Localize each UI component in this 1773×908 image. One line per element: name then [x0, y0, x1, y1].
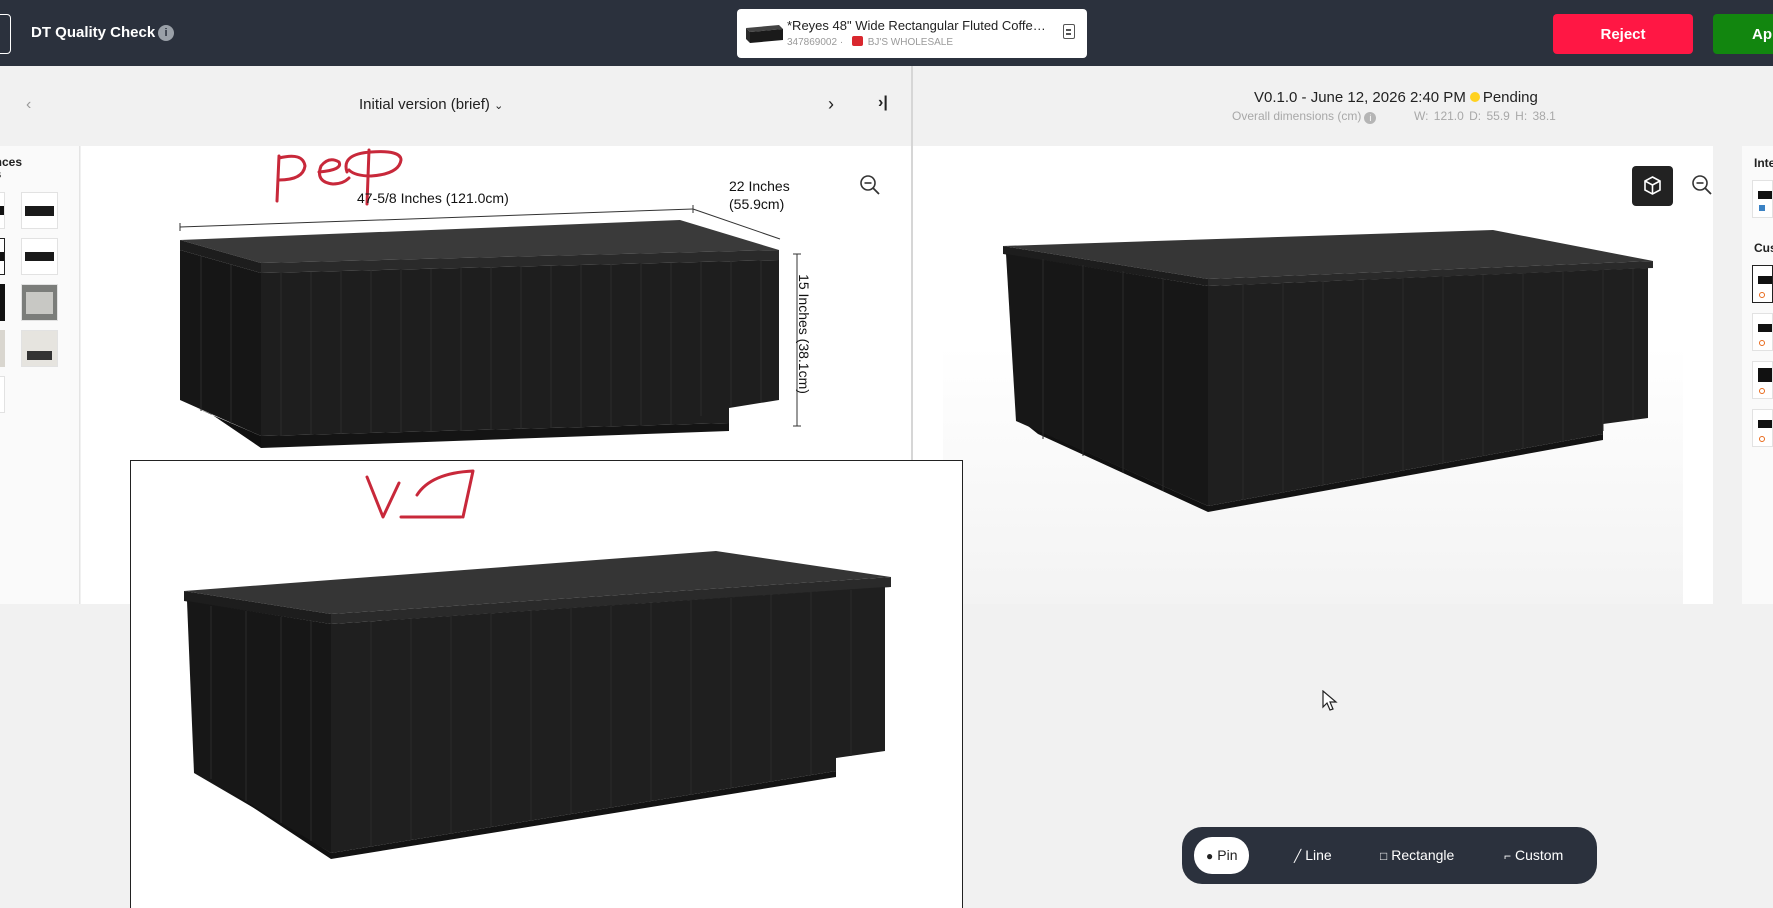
- reference-thumb-2[interactable]: [21, 238, 58, 275]
- chevron-left-icon[interactable]: ‹: [26, 96, 31, 114]
- custom-thumb-4[interactable]: [1752, 409, 1773, 447]
- reference-thumb-4[interactable]: [21, 330, 58, 367]
- line-icon: ╱: [1294, 849, 1302, 863]
- references-title-line1: ences: [0, 155, 23, 169]
- depth-dimension-line1: 22 Inches: [729, 178, 790, 194]
- 3d-view-toggle-button[interactable]: [1632, 166, 1673, 206]
- version-dropdown-label: Initial version (brief): [359, 96, 490, 113]
- document-icon[interactable]: [1063, 24, 1075, 39]
- pin-tool-label: Pin: [1217, 847, 1238, 863]
- rectangle-icon: □: [1380, 849, 1388, 863]
- reference-thumb-partial-5[interactable]: [0, 376, 5, 413]
- back-button[interactable]: [0, 14, 11, 54]
- model-version-info: V0.1.0 - June 12, 2026 2:40 PM Pending: [1254, 89, 1538, 106]
- rectangle-tool-label: Rectangle: [1391, 847, 1455, 863]
- custom-thumb-1[interactable]: [1752, 265, 1773, 303]
- overall-dimensions-values: W: 121.0 D: 55.9 H: 38.1: [1414, 109, 1556, 123]
- custom-thumb-2[interactable]: [1752, 313, 1773, 351]
- reference-thumb-partial-3[interactable]: [0, 284, 5, 321]
- mouse-pointer-icon: [1322, 690, 1338, 711]
- 3d-model-viewer[interactable]: [913, 146, 1713, 604]
- model-header: [913, 66, 1773, 146]
- version-dropdown[interactable]: Initial version (brief) ⌄: [359, 96, 503, 113]
- product-sku: 347869002: [787, 37, 838, 48]
- info-icon[interactable]: i: [1364, 112, 1377, 124]
- product-card[interactable]: *Reyes 48" Wide Rectangular Fluted Coffe…: [737, 9, 1087, 58]
- meta-separator: ·: [839, 37, 844, 48]
- internal-section-label: Inte: [1754, 156, 1773, 170]
- retailer-logo-icon: [851, 36, 863, 46]
- reference-thumb-partial-4[interactable]: [0, 330, 5, 367]
- reference-thumb-1[interactable]: [21, 192, 58, 229]
- depth-dimension-label: 22 Inches (55.9cm): [729, 177, 790, 213]
- internal-thumb[interactable]: [1752, 180, 1773, 218]
- product-name: *Reyes 48" Wide Rectangular Fluted Coffe…: [787, 18, 1047, 33]
- top-bar: DT Quality Check i *Reyes 48" Wide Recta…: [0, 0, 1773, 66]
- approve-button[interactable]: Ap: [1713, 14, 1773, 54]
- pin-tool-button[interactable]: ● Pin: [1194, 837, 1250, 874]
- custom-tool-label: Custom: [1515, 847, 1564, 863]
- custom-section-label: Cus: [1754, 241, 1773, 255]
- custom-thumb-3[interactable]: [1752, 361, 1773, 399]
- line-tool-label: Line: [1305, 847, 1332, 863]
- chevron-right-icon[interactable]: ›: [828, 94, 834, 115]
- v1-comparison-overlay: [130, 460, 963, 908]
- annotation-toolbar: ● Pin ╱ Line □ Rectangle ⌐ Custom: [1182, 827, 1597, 884]
- reference-thumb-3[interactable]: [21, 284, 58, 321]
- chevron-down-icon: ⌄: [494, 100, 504, 112]
- references-title-line2: es: [0, 168, 22, 180]
- 3d-model-render: [943, 230, 1683, 604]
- status-dot-icon: [1469, 92, 1480, 102]
- zoom-out-icon[interactable]: [1691, 174, 1713, 196]
- retailer-name: BJ'S WHOLESALE: [867, 37, 954, 48]
- height-dimension-label: 15 Inches (38.1cm): [796, 274, 812, 394]
- product-meta: 347869002 · BJ'S WHOLESALE: [787, 36, 953, 48]
- model-version-title: V0.1.0 - June 12, 2026 2:40 PM: [1254, 89, 1466, 106]
- custom-tool-button[interactable]: ⌐ Custom: [1504, 837, 1563, 874]
- zoom-out-icon[interactable]: [859, 174, 881, 196]
- cube-icon: [1644, 176, 1661, 195]
- skip-to-last-icon[interactable]: ›|: [878, 94, 888, 112]
- pin-icon: ●: [1206, 849, 1214, 863]
- depth-dimension-line2: (55.9cm): [729, 196, 785, 212]
- rectangle-tool-button[interactable]: □ Rectangle: [1380, 837, 1454, 874]
- reference-thumb-partial-2[interactable]: [0, 238, 5, 275]
- width-dimension-label: 47-5/8 Inches (121.0cm): [357, 190, 509, 206]
- reference-thumb-partial-1[interactable]: [0, 192, 5, 229]
- product-thumbnail: [746, 25, 783, 43]
- status-badge: Pending: [1482, 89, 1538, 106]
- line-tool-button[interactable]: ╱ Line: [1294, 837, 1332, 874]
- overall-dimensions-text: Overall dimensions (cm): [1232, 109, 1362, 123]
- reject-button[interactable]: Reject: [1553, 14, 1693, 54]
- custom-shape-icon: ⌐: [1504, 849, 1512, 863]
- overall-dimensions-label: Overall dimensions (cm) i: [1232, 109, 1377, 124]
- references-title: ences es: [0, 156, 22, 180]
- info-icon[interactable]: i: [158, 25, 174, 41]
- v1-table-render: [184, 469, 891, 859]
- app-title: DT Quality Check: [31, 24, 156, 41]
